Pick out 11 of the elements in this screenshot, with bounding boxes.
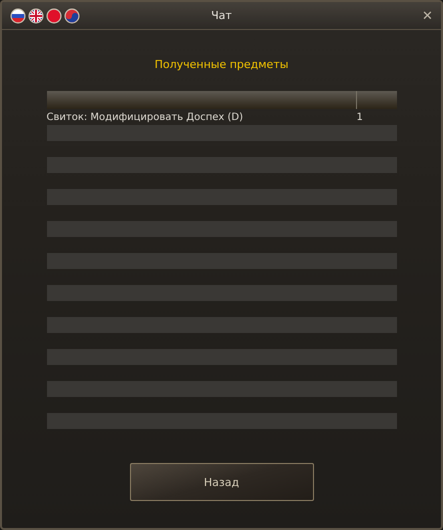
flag-icon[interactable] [64,8,80,24]
flag-icon[interactable] [28,8,44,24]
item-count: 1 [356,112,364,122]
flag-icon[interactable] [46,8,62,24]
back-button[interactable]: Назад [130,463,314,501]
flag-icon[interactable] [10,8,26,24]
window-title: Чат [211,9,232,22]
table-row[interactable]: Свиток: Модифицировать Доспех (D) 1 [46,109,396,125]
close-button[interactable]: ✕ [420,8,435,23]
section-heading: Полученные предметы [154,58,288,71]
item-name: Свиток: Модифицировать Доспех (D) [46,112,244,122]
